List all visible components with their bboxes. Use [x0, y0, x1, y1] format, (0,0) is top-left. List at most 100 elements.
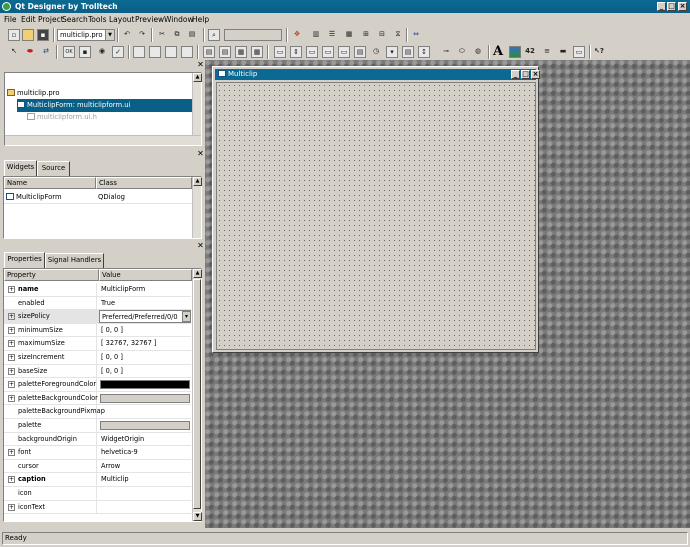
property-row[interactable]: +icon: [4, 487, 191, 501]
horizontal-scrollbar[interactable]: [5, 135, 201, 145]
property-value[interactable]: [99, 487, 191, 500]
combo-list-icon[interactable]: ▤: [402, 46, 414, 58]
pointer-icon[interactable]: ↖: [8, 46, 20, 58]
property-row[interactable]: + sizePolicy Preferred/Preferred/0/0 ▾: [4, 310, 191, 324]
property-row[interactable]: +cursorArrow: [4, 459, 191, 474]
open-folder-icon[interactable]: [22, 29, 34, 41]
color-swatch[interactable]: [100, 380, 190, 390]
property-value[interactable]: [ 0, 0 ]: [99, 351, 191, 364]
scroll-up-button[interactable]: ▲: [193, 269, 202, 278]
save-icon[interactable]: ▪: [37, 29, 49, 41]
text-edit-icon[interactable]: ▤: [354, 46, 366, 58]
property-value[interactable]: Multiclip: [99, 473, 191, 486]
scrollbar[interactable]: ▲: [192, 177, 202, 238]
menu-tools[interactable]: Tools: [88, 15, 106, 24]
close-button[interactable]: ×: [678, 2, 687, 11]
column-header-property[interactable]: Property: [4, 269, 99, 281]
form-window[interactable]: Multiclip _ □ ×: [212, 66, 540, 353]
font-icon[interactable]: A: [493, 44, 503, 59]
line-icon[interactable]: ≡: [541, 46, 553, 58]
table-icon[interactable]: ▦: [251, 46, 263, 58]
expand-icon[interactable]: +: [8, 476, 15, 484]
connect-signals-icon[interactable]: ⬬: [24, 46, 36, 58]
scrollbar[interactable]: ▲ ▼: [192, 269, 202, 521]
expand-icon[interactable]: +: [8, 286, 15, 293]
line-edit-icon[interactable]: ▭: [274, 46, 286, 58]
menu-file[interactable]: File: [4, 15, 17, 24]
group-box-icon[interactable]: [133, 46, 145, 58]
radio-button-icon[interactable]: ◉: [96, 46, 108, 58]
property-value[interactable]: [ 32767, 32767 ]: [99, 337, 191, 350]
close-icon[interactable]: ✕: [196, 150, 205, 159]
tool-button-icon[interactable]: ▪: [79, 46, 91, 58]
add-spacer-icon[interactable]: ⇔: [410, 29, 422, 41]
project-combo[interactable]: multiclip.pro ▼: [57, 29, 115, 41]
form-minimize-button[interactable]: _: [511, 70, 520, 79]
property-value[interactable]: True: [99, 297, 191, 310]
property-row[interactable]: + minimumSize[ 0, 0 ]: [4, 323, 191, 338]
menu-help[interactable]: Help: [192, 15, 209, 24]
property-row[interactable]: + font helvetica-9: [4, 446, 191, 460]
break-layout-icon[interactable]: ⧖: [392, 29, 404, 41]
tab-widget-icon[interactable]: [181, 46, 193, 58]
property-row[interactable]: + sizeIncrement[ 0, 0 ]: [4, 351, 191, 365]
minimize-button[interactable]: _: [657, 2, 666, 11]
close-icon[interactable]: ✕: [196, 61, 205, 70]
form-close-button[interactable]: ×: [531, 70, 540, 79]
scroll-up-button[interactable]: ▲: [193, 177, 202, 186]
form-maximize-button[interactable]: □: [521, 70, 530, 79]
expand-icon[interactable]: +: [8, 394, 15, 402]
new-file-icon[interactable]: ▫: [8, 29, 20, 41]
form-window-titlebar[interactable]: Multiclip _ □ ×: [215, 69, 540, 80]
close-icon[interactable]: ✕: [196, 242, 205, 251]
property-value[interactable]: Preferred/Preferred/0/0: [99, 310, 191, 324]
tab-signal-handlers[interactable]: Signal Handlers: [45, 253, 104, 268]
property-row[interactable]: + baseSize[ 0, 0 ]: [4, 364, 191, 379]
tab-properties[interactable]: Properties: [4, 252, 45, 268]
text-browser-icon[interactable]: ▬: [557, 46, 569, 58]
progress-bar-icon[interactable]: ▭: [573, 46, 585, 58]
property-row[interactable]: + iconText: [4, 500, 191, 515]
property-value[interactable]: WidgetOrigin: [99, 433, 191, 446]
property-value[interactable]: helvetica-9: [99, 446, 191, 459]
lcd-number-icon[interactable]: ◍: [472, 46, 484, 58]
list-view-icon[interactable]: ▤: [219, 46, 231, 58]
column-header-value[interactable]: Value: [99, 269, 192, 281]
form-canvas[interactable]: [216, 82, 536, 350]
scroll-thumb[interactable]: [193, 279, 201, 509]
icon-view-icon[interactable]: ▦: [235, 46, 247, 58]
push-button-icon[interactable]: OK: [63, 46, 75, 58]
menu-search[interactable]: Search: [62, 15, 88, 24]
menu-edit[interactable]: Edit: [21, 15, 36, 24]
property-row[interactable]: + maximumSize[ 32767, 32767 ]: [4, 337, 191, 351]
lay-out-vertically-icon[interactable]: ☰: [326, 29, 338, 41]
property-row[interactable]: + paletteForegroundColor: [4, 378, 191, 392]
property-value[interactable]: [99, 501, 191, 514]
copy-icon[interactable]: ⧉: [171, 29, 183, 41]
menu-window[interactable]: Window: [164, 15, 194, 24]
property-value[interactable]: [99, 405, 191, 418]
menu-preview[interactable]: Preview: [135, 15, 164, 24]
property-value[interactable]: [ 0, 0 ]: [99, 324, 191, 337]
date-edit-icon[interactable]: ▭: [306, 46, 318, 58]
lay-out-grid-icon[interactable]: ▦: [343, 29, 355, 41]
lay-out-horizontally-icon[interactable]: ▥: [310, 29, 322, 41]
table-row[interactable]: MulticlipForm QDialog: [4, 191, 192, 204]
expand-icon[interactable]: +: [8, 449, 15, 457]
datetime-edit-icon[interactable]: ▭: [338, 46, 350, 58]
property-row[interactable]: + caption Multiclip: [4, 473, 191, 487]
adjust-size-icon[interactable]: ✥: [291, 29, 303, 41]
clock-icon[interactable]: ◷: [370, 46, 382, 58]
expand-icon[interactable]: +: [8, 340, 15, 348]
property-value[interactable]: [ 0, 0 ]: [99, 365, 191, 378]
expand-icon[interactable]: +: [8, 503, 15, 511]
search-field[interactable]: [224, 29, 282, 41]
scrollbar[interactable]: ▲: [192, 73, 202, 135]
color-swatch[interactable]: [100, 421, 190, 430]
menu-project[interactable]: Project: [38, 15, 64, 24]
button-group-icon[interactable]: [149, 46, 161, 58]
expand-icon[interactable]: +: [8, 381, 15, 389]
paste-icon[interactable]: ▤: [186, 29, 198, 41]
slider-icon[interactable]: ⊸: [440, 46, 452, 58]
tree-item-source[interactable]: multiclipform.ui.h: [27, 111, 195, 124]
